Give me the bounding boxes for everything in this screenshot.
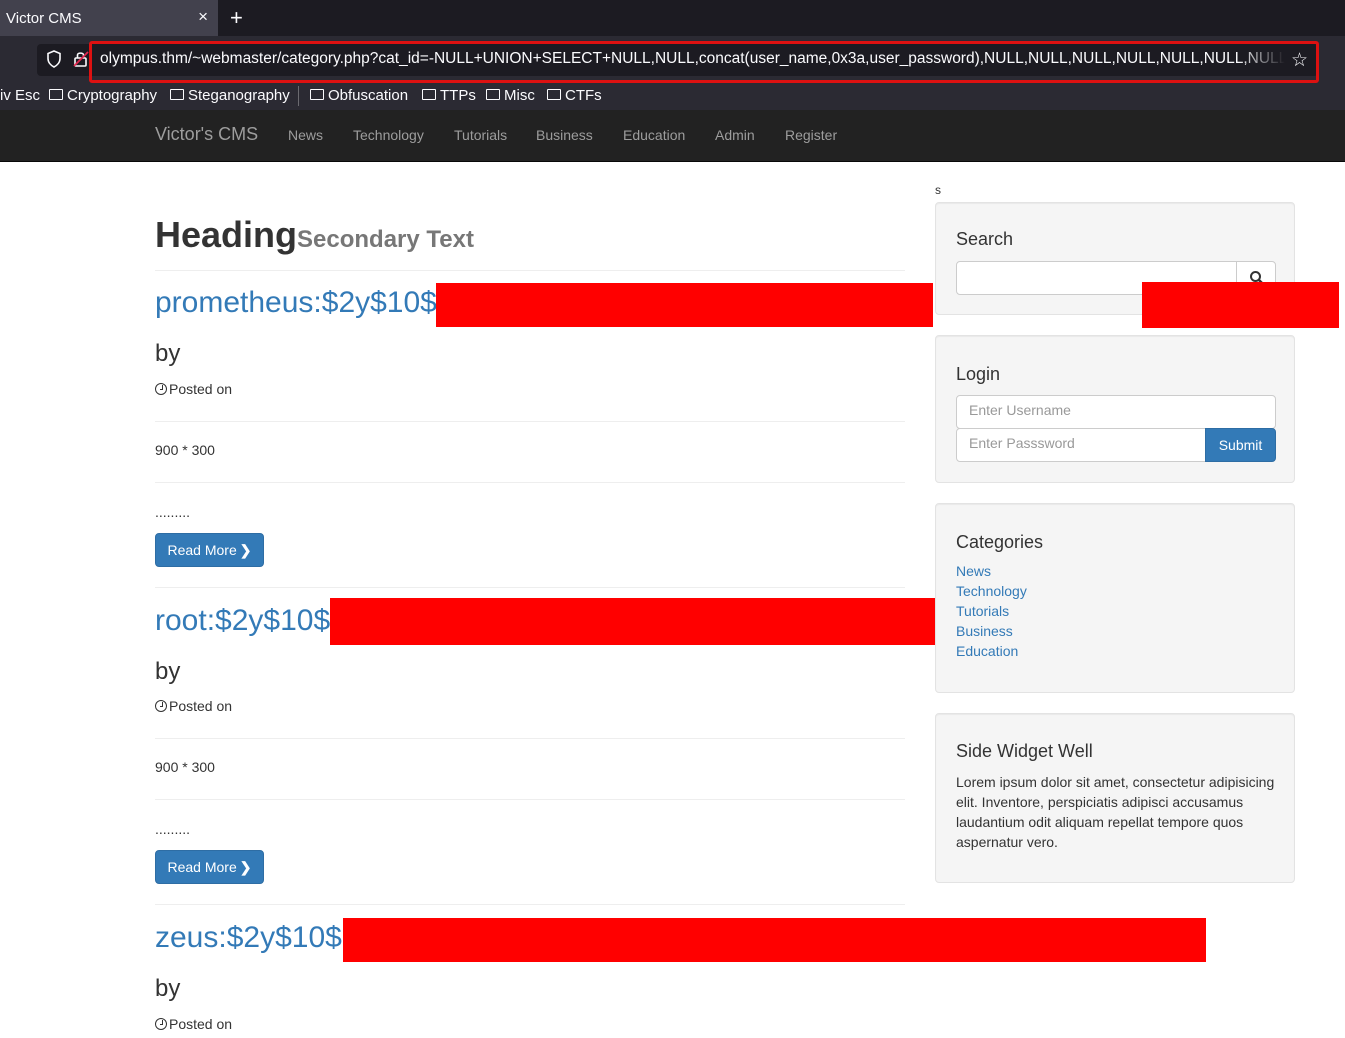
password-field[interactable]: Enter Passsword [956, 428, 1206, 462]
folder-icon [486, 88, 500, 100]
post-title-link[interactable]: prometheus:$2y$10$ [155, 286, 437, 319]
site-brand[interactable]: Victor's CMS [155, 124, 258, 145]
bookmark-ttps[interactable]: TTPs [422, 85, 476, 105]
posted-label: Posted on [169, 381, 233, 397]
redaction-box [330, 598, 945, 645]
post-date: Posted on [155, 381, 232, 397]
folder-icon [422, 88, 436, 100]
close-tab-icon[interactable]: × [198, 7, 208, 27]
post-author: by [155, 975, 181, 1002]
bookmark-star-icon[interactable]: ☆ [1291, 49, 1308, 72]
post-excerpt: ......... [155, 504, 191, 520]
category-link-business[interactable]: Business [956, 623, 1013, 639]
category-link-news[interactable]: News [956, 563, 991, 579]
tab-title: Victor CMS [6, 9, 82, 27]
post-author: by [155, 658, 181, 685]
heading-text: Heading [155, 214, 298, 255]
categories-well: Categories News Technology Tutorials Bus… [935, 503, 1295, 693]
category-link-technology[interactable]: Technology [956, 583, 1027, 599]
post-title-link[interactable]: root:$2y$10$ [155, 604, 330, 637]
bookmark-label: TTPs [440, 86, 476, 104]
folder-icon [170, 88, 184, 100]
post-author: by [155, 340, 181, 367]
category-link-education[interactable]: Education [956, 643, 1018, 659]
chevron-right-icon: ❯ [239, 541, 252, 558]
folder-icon [49, 88, 63, 100]
nav-register[interactable]: Register [785, 127, 837, 143]
posted-label: Posted on [169, 1016, 233, 1032]
bookmarks-separator [298, 86, 299, 106]
divider [155, 738, 905, 739]
read-more-label: Read More [167, 859, 237, 875]
bookmark-label: Steganography [188, 86, 290, 104]
category-link-tutorials[interactable]: Tutorials [956, 603, 1009, 619]
bookmark-ctfs[interactable]: CTFs [547, 85, 602, 105]
bookmark-steganography[interactable]: Steganography [170, 85, 290, 105]
read-more-label: Read More [167, 542, 237, 558]
bookmark-misc[interactable]: Misc [486, 85, 535, 105]
divider [155, 270, 905, 271]
nav-business[interactable]: Business [536, 127, 593, 143]
bookmark-label: CTFs [565, 86, 602, 104]
bookmark-label: Misc [504, 86, 535, 104]
divider [155, 904, 905, 905]
post-excerpt: ......... [155, 821, 191, 837]
username-field[interactable]: Enter Username [956, 395, 1276, 429]
clock-icon [155, 1018, 167, 1030]
nav-admin[interactable]: Admin [715, 127, 755, 143]
chevron-right-icon: ❯ [239, 858, 252, 875]
stray-text: s [935, 183, 941, 197]
bookmark-label: iv Esc [0, 86, 41, 104]
search-title: Search [956, 229, 1014, 249]
side-widget-well: Side Widget Well Lorem ipsum dolor sit a… [935, 713, 1295, 883]
posted-label: Posted on [169, 698, 233, 714]
post-date: Posted on [155, 698, 232, 714]
read-more-button[interactable]: Read More ❯ [155, 533, 264, 567]
bookmark-obfuscation[interactable]: Obfuscation [310, 85, 408, 105]
nav-tutorials[interactable]: Tutorials [454, 127, 507, 143]
insecure-lock-icon[interactable] [73, 50, 89, 68]
nav-technology[interactable]: Technology [353, 127, 424, 143]
nav-news[interactable]: News [288, 127, 323, 143]
post-image-placeholder: 900 * 300 [155, 759, 215, 775]
heading-secondary: Secondary Text [297, 226, 474, 253]
post-date: Posted on [155, 1016, 232, 1032]
widget-text: Lorem ipsum dolor sit amet, consectetur … [956, 774, 1275, 850]
clock-icon [155, 700, 167, 712]
new-tab-icon[interactable]: + [230, 5, 243, 31]
login-title: Login [956, 364, 1001, 384]
categories-title: Categories [956, 532, 1044, 552]
page-title: HeadingSecondary Text [155, 215, 474, 255]
browser-tab[interactable]: Victor CMS × [0, 0, 218, 36]
bookmark-label: Obfuscation [328, 86, 409, 104]
redaction-box [1142, 282, 1339, 328]
post-title-link[interactable]: zeus:$2y$10$ [155, 921, 342, 954]
widget-title: Side Widget Well [956, 741, 1093, 761]
login-well: Login Enter Username Enter Passsword Sub… [935, 335, 1295, 483]
bookmark-iv-esc[interactable]: iv Esc [0, 85, 40, 105]
folder-icon [547, 88, 561, 100]
shield-icon[interactable] [46, 50, 62, 68]
post-image-placeholder: 900 * 300 [155, 442, 215, 458]
submit-button[interactable]: Submit [1205, 428, 1276, 462]
bookmark-label: Cryptography [67, 86, 158, 104]
divider [155, 587, 905, 588]
divider [155, 799, 905, 800]
url-highlight-box [89, 41, 1319, 83]
nav-education[interactable]: Education [623, 127, 685, 143]
redaction-box [343, 918, 1206, 962]
divider [155, 421, 905, 422]
read-more-button[interactable]: Read More ❯ [155, 850, 264, 884]
clock-icon [155, 383, 167, 395]
folder-icon [310, 88, 324, 100]
redaction-box [436, 283, 933, 327]
divider [155, 482, 905, 483]
bookmark-cryptography[interactable]: Cryptography [49, 85, 157, 105]
